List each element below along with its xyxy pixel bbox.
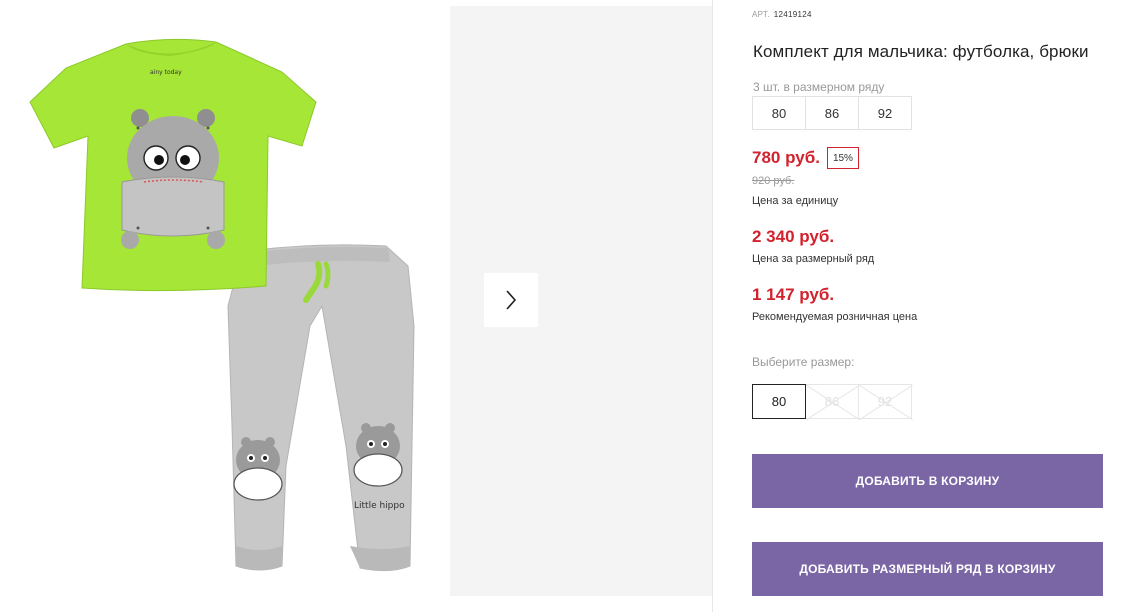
add-size-row-to-cart-button[interactable]: ДОБАВИТЬ РАЗМЕРНЫЙ РЯД В КОРЗИНУ [752, 542, 1103, 596]
product-photo[interactable]: Little hippo ainy today [10, 6, 450, 596]
pants-illustration: Little hippo [227, 244, 415, 572]
size-row-item: 80 [752, 96, 806, 130]
size-row-item: 92 [858, 96, 912, 130]
product-illustration: Little hippo ainy today [29, 38, 415, 572]
size-row-list: 80 86 92 [752, 96, 912, 130]
size-row-item: 86 [805, 96, 859, 130]
unit-price-label: Цена за единицу [752, 195, 839, 207]
discount-badge: 15% [826, 147, 859, 169]
size-row-info: 3 шт. в размерном ряду [753, 80, 885, 94]
size-picker: 80 86 92 [752, 384, 913, 420]
unit-price-block: 780 руб. 15% [752, 147, 859, 169]
pants-print-text: Little hippo [354, 501, 405, 511]
article-label: АРТ. [752, 10, 770, 19]
next-image-button[interactable] [484, 273, 538, 327]
unit-price: 780 руб. [752, 148, 820, 167]
size-option-label: 80 [771, 394, 787, 409]
shirt-brand-text: ainy today [150, 69, 182, 76]
retail-price-label: Рекомендуемая розничная цена [752, 311, 918, 323]
product-gallery: Little hippo ainy today [0, 0, 712, 612]
article-value: 12419124 [773, 10, 812, 19]
column-divider [712, 0, 713, 612]
row-price-label: Цена за размерный ряд [752, 253, 875, 265]
retail-price: 1 147 руб. [752, 285, 835, 304]
product-info: АРТ. 12419124 Комплект для мальчика: футб… [752, 0, 1112, 612]
size-option-86: 86 [805, 384, 860, 420]
unavailable-cross-icon [859, 385, 913, 420]
chevron-right-icon [506, 290, 517, 310]
row-price: 2 340 руб. [752, 227, 835, 246]
size-option-80[interactable]: 80 [752, 384, 806, 419]
size-picker-label: Выберите размер: [752, 355, 855, 369]
article-number: АРТ. 12419124 [752, 10, 812, 19]
size-option-92: 92 [858, 384, 913, 420]
old-price: 920 руб. [752, 175, 795, 187]
unavailable-cross-icon [806, 385, 860, 420]
add-to-cart-button[interactable]: ДОБАВИТЬ В КОРЗИНУ [752, 454, 1103, 508]
product-title: Комплект для мальчика: футболка, брюки [753, 42, 1089, 61]
